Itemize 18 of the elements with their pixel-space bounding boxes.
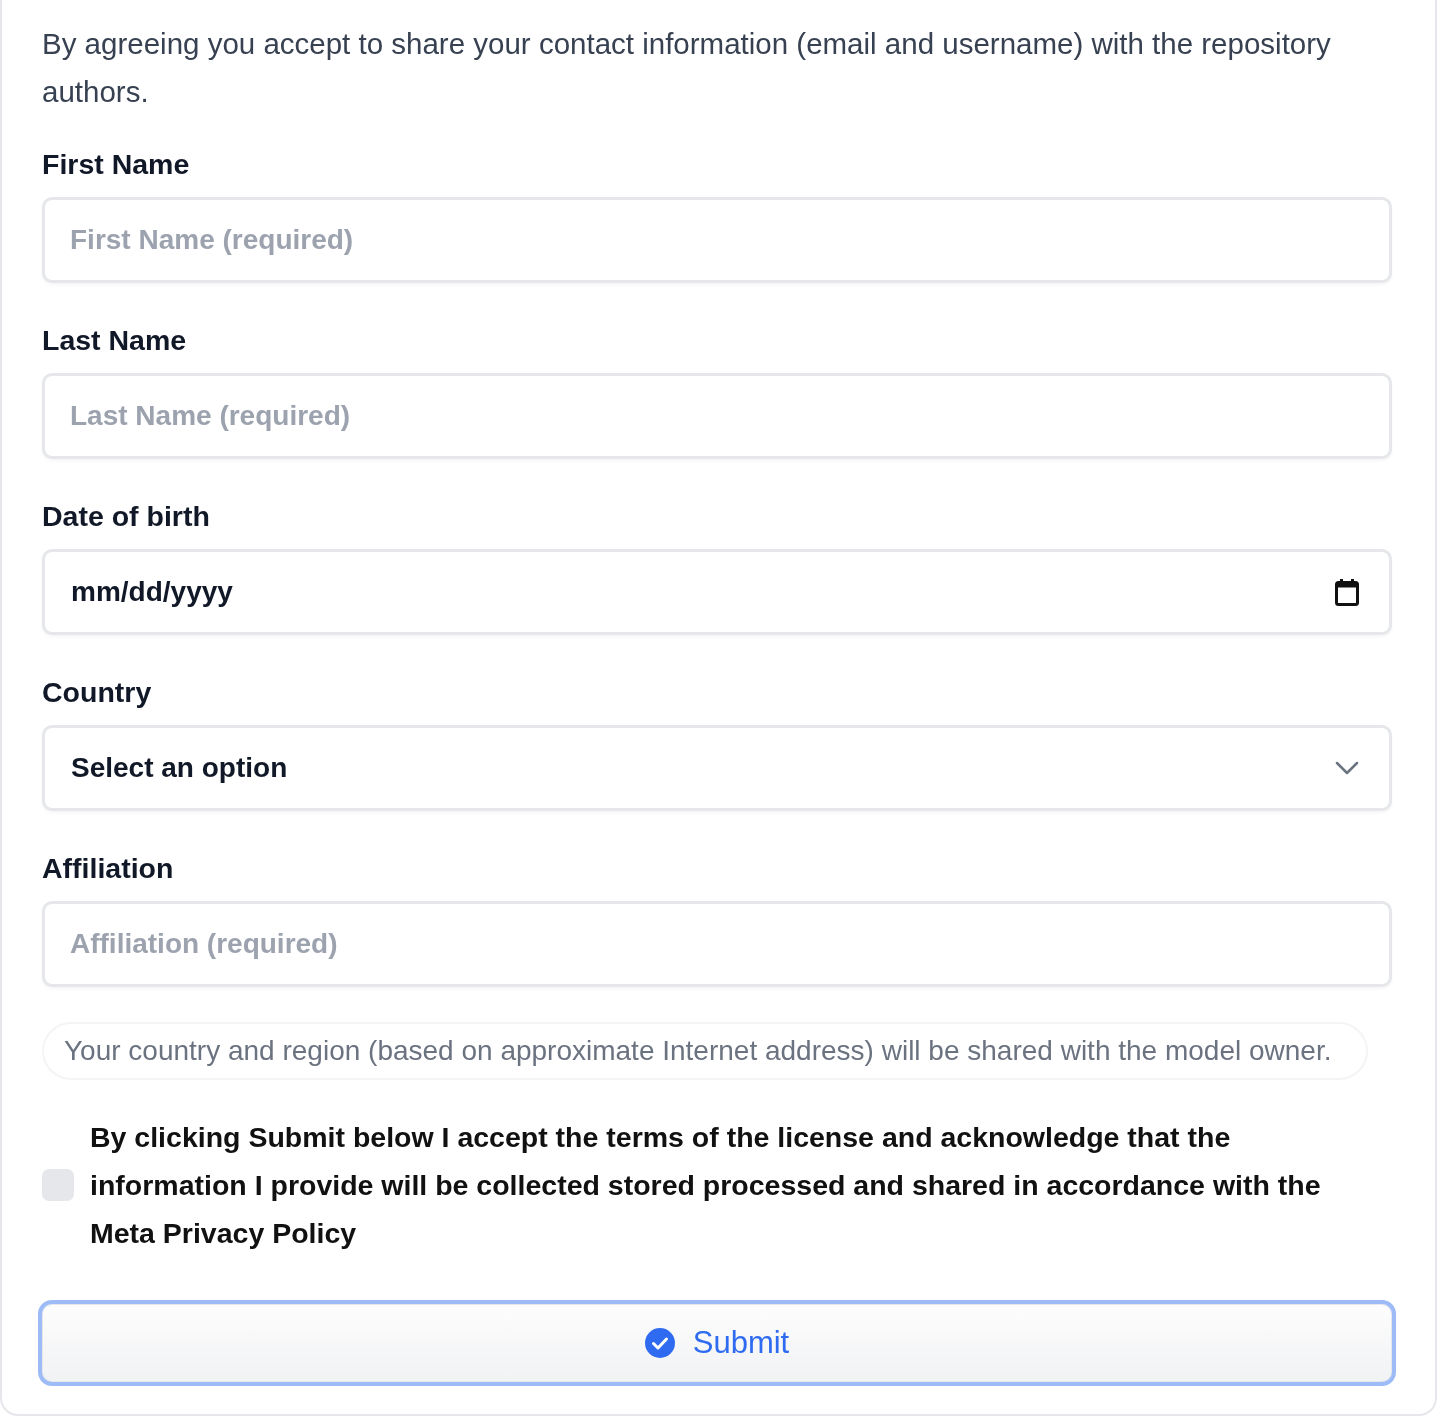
dropdown-field[interactable]: Select an option (42, 725, 1392, 811)
field-label: First Name (42, 147, 190, 181)
checkbox[interactable] (42, 1169, 74, 1201)
text-input-field[interactable]: Last Name (required) (42, 373, 1392, 459)
text-input-field[interactable]: Affiliation (required) (42, 901, 1392, 987)
field-label: Affiliation (42, 851, 174, 885)
field-label: Date of birth (42, 499, 210, 533)
calendar-icon[interactable] (1335, 578, 1359, 606)
text-input-field[interactable]: First Name (required) (42, 197, 1392, 283)
submit-button[interactable]: Submit (38, 1300, 1396, 1386)
intro-text: By agreeing you accept to share your contact information (email and username) with the repository authors. (42, 26, 1332, 110)
date-field[interactable]: mm/dd/yyyy (42, 549, 1392, 635)
field-label: Last Name (42, 323, 187, 357)
check-circle-icon (644, 1328, 675, 1358)
field-label: Country (42, 675, 152, 709)
info-notice: Your country and region (based on approximate Internet address) will be shared with the model owner. (42, 1022, 1368, 1080)
chevron-down-icon (1335, 761, 1359, 775)
consent-text: By clicking Submit below I accept the terms of the license and acknowledge that the information I provide will be collected stored processed and shared in accordance with the Meta Privacy Policy (90, 1120, 1322, 1251)
